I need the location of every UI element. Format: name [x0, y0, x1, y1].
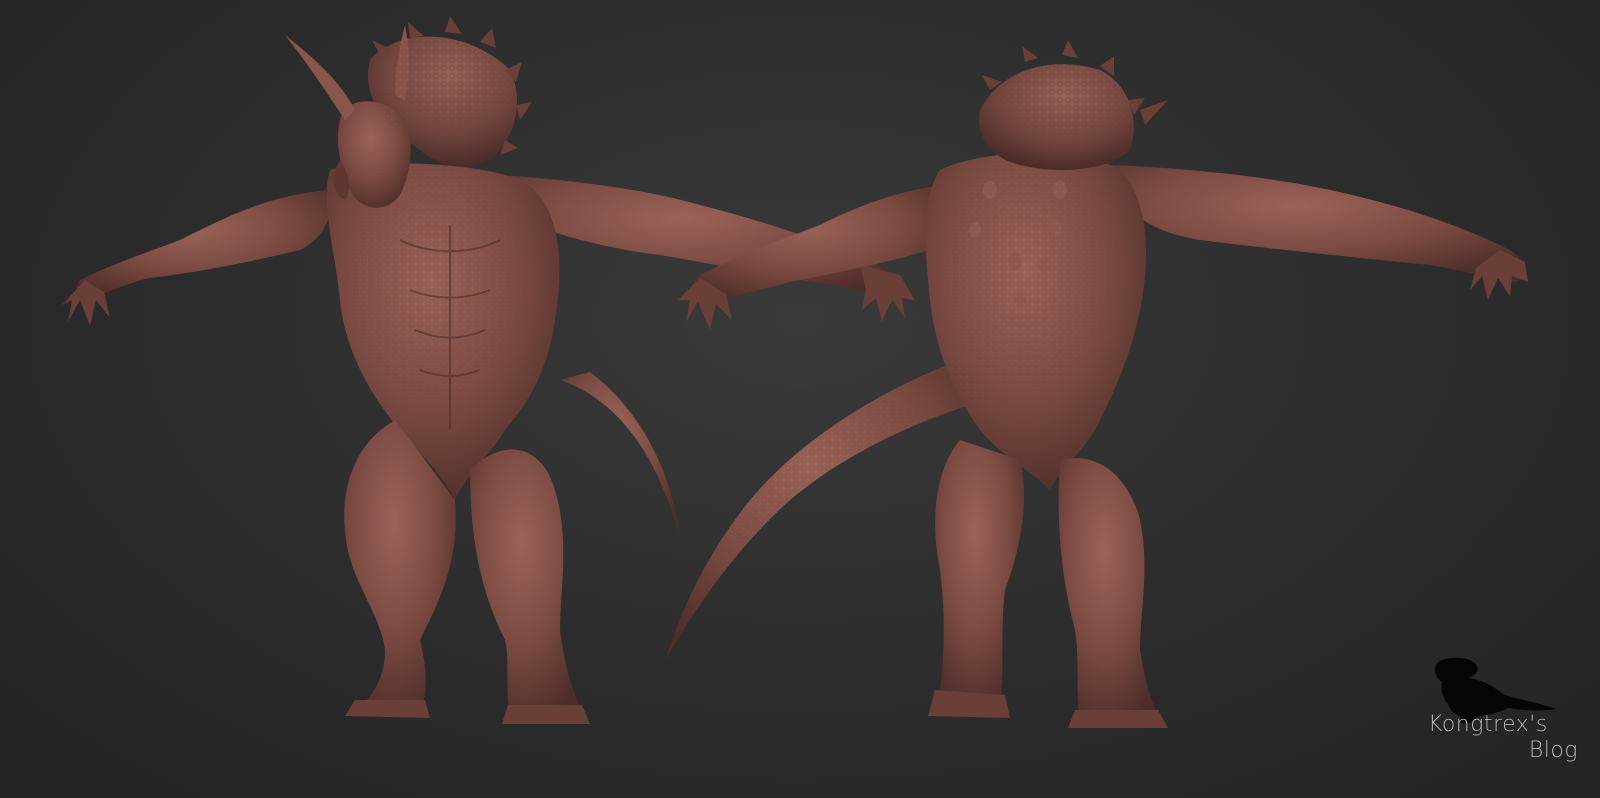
render-viewport: Kongtrex's Blog [0, 0, 1600, 798]
watermark-line1: Kongtrex's [1428, 712, 1548, 737]
creature-back-view [665, 40, 1528, 728]
creature-front-view [62, 16, 915, 724]
sculpt-render [62, 16, 1528, 728]
watermark-line2: Blog [1528, 738, 1578, 763]
blog-watermark: Kongtrex's Blog [1428, 654, 1578, 764]
